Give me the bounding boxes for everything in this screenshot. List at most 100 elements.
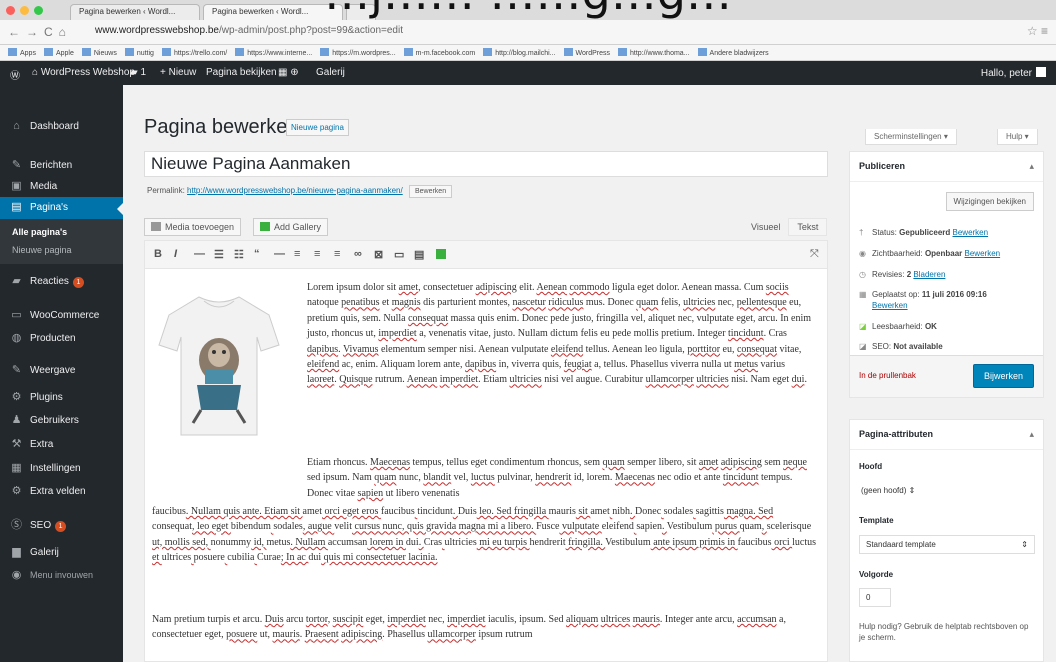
sidebar-item-woocommerce[interactable]: ▭ WooCommerce bbox=[0, 305, 123, 327]
blockquote-icon[interactable]: “ bbox=[254, 248, 260, 260]
text-run: nisi. Nam eget bbox=[728, 374, 792, 386]
url-path: /wp-admin/post.php?post=99&action=edit bbox=[218, 25, 403, 36]
view-page-link[interactable]: Pagina bekijken bbox=[206, 67, 277, 78]
sidebar-item-weergave[interactable]: ✎ Weergave bbox=[0, 360, 123, 382]
published-edit-link[interactable]: Bewerken bbox=[872, 301, 908, 310]
bookmark-item[interactable]: https://www.interne... bbox=[235, 48, 312, 57]
post-title-input[interactable]: Nieuwe Pagina Aanmaken bbox=[144, 151, 828, 177]
publish-box-header[interactable]: Publiceren ▴ bbox=[850, 152, 1043, 182]
preview-changes-button[interactable]: Wijzigingen bekijken bbox=[945, 192, 1034, 211]
numbered-list-icon[interactable]: ☷ bbox=[234, 248, 244, 261]
url-field[interactable]: www.wordpresswebshop.be/wp-admin/post.ph… bbox=[95, 25, 403, 36]
gallery-admin-link[interactable]: Galerij bbox=[316, 67, 345, 78]
revisions-browse-link[interactable]: Bladeren bbox=[913, 270, 945, 279]
text-run: . Cras bbox=[763, 328, 787, 340]
submenu-all-pages[interactable]: Alle pagina's bbox=[12, 227, 67, 237]
sidebar-item-galerij[interactable]: ▆ Galerij bbox=[0, 542, 123, 564]
bookmark-item[interactable]: http://www.thoma... bbox=[618, 48, 690, 57]
submenu-new-page[interactable]: Nieuwe pagina bbox=[12, 245, 72, 255]
text-run: nec odio et ante bbox=[654, 472, 723, 484]
content-editor[interactable]: B I — ☰ ☷ “ — ≡ ≡ ≡ ∞ ⊠ ▭ ▤ ⤧ Lorem ipsu… bbox=[144, 240, 828, 662]
update-button[interactable]: Bijwerken bbox=[972, 364, 1034, 388]
bookmark-item[interactable]: Apple bbox=[43, 48, 74, 57]
sidebar-item-extra-velden[interactable]: ⚙ Extra velden bbox=[0, 481, 123, 503]
screen-options-tab[interactable]: Scherminstellingen ▾ bbox=[865, 129, 957, 145]
link-icon[interactable]: ∞ bbox=[354, 248, 362, 260]
sidebar-item-pagina-s[interactable]: ▤ Pagina's bbox=[0, 197, 123, 219]
star-icon[interactable]: ☆ bbox=[1027, 24, 1038, 38]
new-content-link[interactable]: + Nieuw bbox=[160, 67, 196, 78]
attributes-box-header[interactable]: Pagina-attributen ▴ bbox=[850, 420, 1043, 450]
italic-icon[interactable]: I bbox=[174, 248, 177, 260]
comments-link[interactable]: ▰ 1 bbox=[130, 67, 146, 78]
unlink-icon[interactable]: ⊠ bbox=[374, 248, 383, 261]
align-right-icon[interactable]: ≡ bbox=[334, 248, 340, 260]
add-media-label: Media toevoegen bbox=[165, 222, 235, 232]
wordpress-logo-icon[interactable]: Ⓦ bbox=[10, 67, 20, 82]
bookmark-item[interactable]: Apps bbox=[8, 48, 36, 57]
permalink-edit-button[interactable]: Bewerken bbox=[408, 185, 453, 198]
read-more-icon[interactable]: ▭ bbox=[394, 248, 404, 261]
gallery-shortcode-icon[interactable] bbox=[436, 249, 446, 259]
menu-icon[interactable]: ≡ bbox=[1041, 24, 1048, 38]
reload-icon[interactable]: C bbox=[44, 25, 59, 39]
add-gallery-button[interactable]: Add Gallery bbox=[253, 218, 329, 236]
permalink-url[interactable]: http://www.wordpresswebshop.be/nieuwe-pa… bbox=[187, 186, 403, 195]
add-media-button[interactable]: Media toevoegen bbox=[144, 218, 242, 236]
bookmark-item[interactable]: http://blog.mailchi... bbox=[483, 48, 556, 57]
bookmark-item[interactable]: https://m.wordpres... bbox=[320, 48, 396, 57]
sidebar-item-berichten[interactable]: ✎ Berichten bbox=[0, 155, 123, 177]
tab-text[interactable]: Tekst bbox=[788, 218, 828, 236]
horizontal-line-icon[interactable]: — bbox=[274, 248, 285, 260]
strikethrough-icon[interactable]: — bbox=[194, 248, 205, 260]
template-select[interactable]: Standaard template ⇕ bbox=[859, 535, 1035, 554]
misspelled-word: leo. Sed fringilla bbox=[476, 506, 549, 517]
bookmark-label: Andere bladwijzers bbox=[709, 50, 769, 57]
sidebar-item-reacties[interactable]: ▰ Reacties 1 bbox=[0, 271, 123, 293]
status-edit-link[interactable]: Bewerken bbox=[953, 228, 989, 237]
order-input[interactable]: 0 bbox=[859, 588, 891, 607]
sidebar-item-label: Media bbox=[30, 181, 58, 192]
bookmark-item[interactable]: nuttig bbox=[124, 48, 154, 57]
sidebar-item-producten[interactable]: ◍ Producten bbox=[0, 328, 123, 350]
readability-icon: ◪ bbox=[859, 322, 867, 331]
bookmark-item[interactable]: https://trello.com/ bbox=[161, 48, 227, 57]
published-edit-row: Bewerken bbox=[872, 301, 908, 310]
bookmark-item[interactable]: WordPress bbox=[563, 48, 610, 57]
bookmark-item[interactable]: Nieuws bbox=[81, 48, 117, 57]
bookmark-item[interactable]: m-m.facebook.com bbox=[403, 48, 475, 57]
sidebar-item-plugins[interactable]: ⚙ Plugins bbox=[0, 387, 123, 409]
visibility-edit-link[interactable]: Bewerken bbox=[965, 249, 1001, 258]
bold-icon[interactable]: B bbox=[154, 248, 162, 260]
sidebar-item-instellingen[interactable]: ▦ Instellingen bbox=[0, 458, 123, 480]
toggle-arrow-icon[interactable]: ▴ bbox=[1029, 161, 1034, 172]
misspelled-word: ullamcorper bbox=[645, 374, 694, 386]
sidebar-item-extra[interactable]: ⚒ Extra bbox=[0, 434, 123, 456]
user-greeting[interactable]: Hallo, peter bbox=[981, 67, 1046, 79]
forward-icon[interactable]: → bbox=[26, 25, 44, 39]
tab-visual[interactable]: Visueel bbox=[743, 219, 788, 235]
toggle-arrow-icon[interactable]: ▴ bbox=[1029, 429, 1034, 440]
site-name-link[interactable]: ⌂ WordPress Webshop bbox=[32, 67, 135, 78]
add-new-page-button[interactable]: Nieuwe pagina bbox=[286, 119, 349, 136]
sidebar-item-seo[interactable]: Ⓢ SEO 1 bbox=[0, 515, 123, 537]
move-to-trash-link[interactable]: In de prullenbak bbox=[859, 371, 916, 380]
bookmark-item[interactable]: Andere bladwijzers bbox=[697, 48, 769, 57]
toolbar-toggle-icon[interactable]: ▤ bbox=[414, 248, 424, 261]
help-tab[interactable]: Hulp ▾ bbox=[997, 129, 1038, 145]
home-icon[interactable]: ⌂ bbox=[59, 25, 72, 39]
parent-select[interactable]: (geen hoofd) ⇕ bbox=[859, 482, 922, 499]
sidebar-item-gebruikers[interactable]: ♟ Gebruikers bbox=[0, 410, 123, 432]
back-icon[interactable]: ← bbox=[8, 25, 26, 39]
fullscreen-icon[interactable]: ⤧ bbox=[810, 248, 819, 261]
gallery-admin-icon[interactable]: ▦ ⊕ bbox=[278, 67, 299, 78]
align-center-icon[interactable]: ≡ bbox=[314, 248, 320, 260]
bullet-list-icon[interactable]: ☰ bbox=[214, 248, 224, 261]
misspelled-word: ullamcorper bbox=[427, 629, 476, 641]
sidebar-item-dashboard[interactable]: ⌂ Dashboard bbox=[0, 116, 123, 138]
sidebar-item-menu-invouwen[interactable]: ◉ Menu invouwen bbox=[0, 565, 123, 587]
sidebar-item-media[interactable]: ▣ Media bbox=[0, 176, 123, 198]
text-run: accumsan bbox=[327, 536, 368, 548]
align-left-icon[interactable]: ≡ bbox=[294, 248, 300, 260]
misspelled-word: sit bbox=[575, 506, 591, 517]
